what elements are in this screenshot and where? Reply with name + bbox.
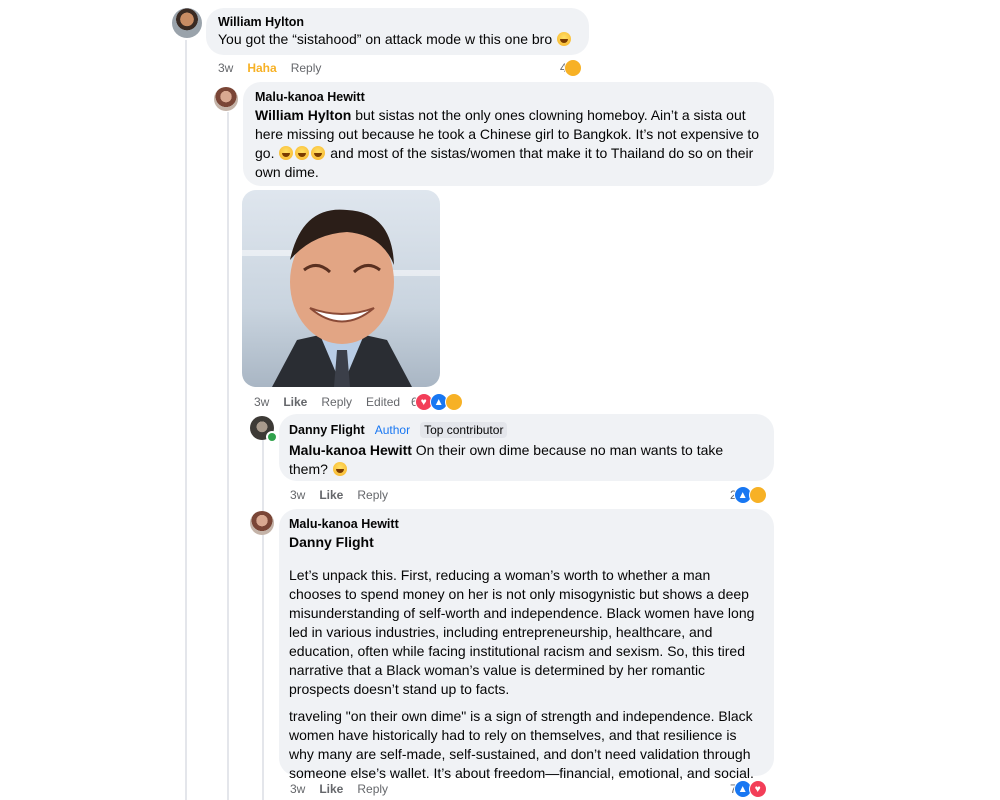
comment-bubble: Danny Flight Author Top contributor Malu… — [279, 414, 774, 481]
comment-actions: 3w Like Reply Edited — [254, 395, 400, 409]
reaction-summary[interactable]: 6 ♥ ▲ — [411, 393, 463, 411]
comment-attached-image[interactable] — [242, 190, 440, 387]
thread-line — [227, 112, 229, 800]
mention-link[interactable]: William Hylton — [255, 107, 351, 123]
avatar[interactable] — [172, 8, 202, 38]
haha-reaction-icon — [444, 393, 463, 411]
reaction-summary[interactable]: 2 ▲ — [730, 486, 767, 504]
comment-actions: 3w Like Reply — [290, 782, 388, 796]
timestamp[interactable]: 3w — [290, 782, 305, 796]
author-badge: Author — [374, 423, 411, 437]
comment-bubble: Malu-kanoa Hewitt William Hylton but sis… — [243, 82, 774, 186]
laughing-emoji-icon — [279, 146, 294, 160]
avatar[interactable] — [250, 511, 274, 535]
edited-label: Edited — [366, 395, 401, 409]
reply-button[interactable]: Reply — [357, 782, 388, 796]
mention-link[interactable]: Danny Flight — [289, 533, 764, 552]
comment-author[interactable]: Malu-kanoa Hewitt — [289, 517, 764, 531]
comment-author[interactable]: William Hylton — [218, 15, 577, 29]
comment-author[interactable]: Danny Flight — [289, 423, 365, 437]
laughing-emoji-icon — [295, 146, 310, 160]
like-button[interactable]: Like — [319, 488, 343, 502]
reaction-summary[interactable]: 7 ▲ ♥ — [730, 780, 767, 798]
comment-text: and most of the sistas/women that make i… — [255, 145, 754, 180]
comment-paragraph: Let’s unpack this. First, reducing a wom… — [289, 567, 755, 697]
comment-bubble: William Hylton You got the “sistahood” o… — [206, 8, 589, 55]
comment-bubble: Malu-kanoa Hewitt Danny Flight Let’s unp… — [279, 509, 774, 781]
timestamp[interactable]: 3w — [254, 395, 269, 409]
smirk-emoji-icon — [332, 462, 347, 476]
comment-actions: 3w Haha Reply — [218, 61, 321, 75]
mention-link[interactable]: Malu-kanoa Hewitt — [289, 442, 412, 458]
online-status-dot — [266, 431, 278, 443]
timestamp[interactable]: 3w — [218, 61, 233, 75]
reaction-summary[interactable]: 4 — [560, 59, 582, 77]
avatar[interactable] — [214, 87, 238, 111]
top-contributor-badge: Top contributor — [420, 422, 508, 438]
thread-line — [262, 440, 264, 800]
thread-line — [185, 40, 187, 800]
reply-button[interactable]: Reply — [357, 488, 388, 502]
laughing-man-picture — [242, 209, 440, 387]
reply-button[interactable]: Reply — [291, 61, 322, 75]
haha-reaction-button[interactable]: Haha — [247, 61, 276, 75]
comment-paragraph: traveling "on their own dime" is a sign … — [289, 708, 754, 781]
like-button[interactable]: Like — [283, 395, 307, 409]
laughing-emoji-icon — [557, 32, 572, 46]
haha-reaction-icon — [563, 59, 582, 77]
laughing-emoji-icon — [311, 146, 326, 160]
timestamp[interactable]: 3w — [290, 488, 305, 502]
like-button[interactable]: Like — [319, 782, 343, 796]
sad-reaction-icon — [748, 486, 767, 504]
reply-button[interactable]: Reply — [321, 395, 352, 409]
comment-author[interactable]: Malu-kanoa Hewitt — [255, 90, 762, 104]
comment-actions: 3w Like Reply — [290, 488, 388, 502]
comment-text: You got the “sistahood” on attack mode w… — [218, 31, 553, 47]
love-reaction-icon: ♥ — [748, 780, 767, 798]
